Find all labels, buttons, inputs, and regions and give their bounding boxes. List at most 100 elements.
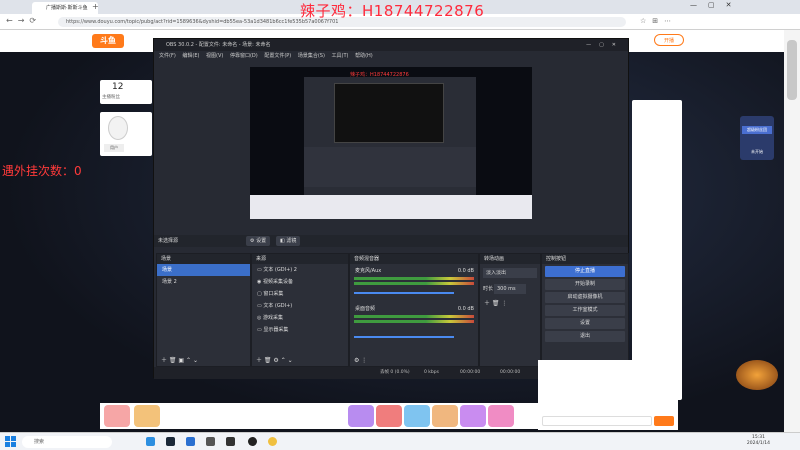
source-item[interactable]: ▢ 窗口采集 — [252, 288, 348, 300]
volume-meter — [354, 320, 474, 323]
taskbar-clock[interactable]: 15:31 2024/1/14 — [747, 435, 770, 447]
volume-slider[interactable] — [354, 292, 454, 294]
menu-file[interactable]: 文件(F) — [159, 53, 176, 59]
mixer-header: 音频混音器 — [350, 254, 478, 264]
channel-name: 麦克风/Aux — [355, 268, 382, 274]
app-icon[interactable] — [186, 437, 195, 446]
source-label: 窗口采集 — [263, 291, 284, 297]
chat-send-button[interactable] — [654, 416, 674, 426]
window-controls[interactable]: —▢✕ — [690, 1, 742, 9]
controls-header: 控制按钮 — [542, 254, 628, 264]
start-virtual-camera-button[interactable]: 启动虚拟摄像机 — [545, 292, 625, 303]
source-label: 显示器采集 — [263, 327, 289, 333]
source-item[interactable]: ◎ 游戏采集 — [252, 312, 348, 324]
app-icon[interactable] — [226, 437, 235, 446]
windows-start-icon[interactable] — [5, 436, 16, 447]
source-label: 文本 (GDI+) 2 — [263, 267, 297, 273]
source-label: 视频采集设备 — [262, 279, 293, 285]
source-filters-button[interactable]: ◧ 滤镜 — [276, 236, 301, 246]
gift-item[interactable] — [134, 405, 160, 427]
edge-icon[interactable] — [146, 437, 155, 446]
new-tab-button[interactable]: + — [92, 2, 99, 12]
gift-item[interactable] — [460, 405, 486, 427]
channel-level: 0.0 dB — [457, 268, 474, 274]
obs-window: OBS 30.0.2 - 配置文件: 未命名 - 场景: 未命名 —▢✕ 文件(… — [153, 38, 629, 379]
start-recording-button[interactable]: 开始录制 — [545, 279, 625, 290]
exit-button[interactable]: 退出 — [545, 331, 625, 342]
source-item[interactable]: ▭ 文本 (GDI+) 2 — [252, 264, 348, 276]
menu-tools[interactable]: 工具(T) — [332, 53, 349, 59]
transition-toolbar[interactable]: ＋ 🗑 ⋮ — [484, 298, 507, 307]
fan-badge-card[interactable]: 超级粉丝团 未开始 — [740, 116, 774, 160]
gift-item[interactable] — [432, 405, 458, 427]
preview-sticker-strip — [250, 195, 532, 219]
scene-item[interactable]: 场景 — [157, 264, 250, 276]
dropped-frames: 丢帧 0 (0.0%) — [380, 370, 410, 375]
obs-preview[interactable]: 辣子鸡：H18744722876 — [250, 67, 532, 219]
settings-button[interactable]: 设置 — [545, 318, 625, 329]
chat-panel — [538, 360, 678, 430]
source-toolbar: 未选择源 ⚙ 设置 ◧ 滤镜 — [154, 235, 628, 247]
obs-window-controls[interactable]: —▢✕ — [586, 39, 624, 51]
source-label: 游戏采集 — [262, 315, 283, 321]
gift-bar — [100, 403, 540, 429]
volume-meter — [354, 315, 474, 318]
scrollbar-thumb[interactable] — [787, 40, 797, 100]
chat-input[interactable] — [542, 416, 652, 426]
settings-label: 设置 — [256, 238, 267, 244]
gift-item[interactable] — [348, 405, 374, 427]
source-toolbar[interactable]: ＋ 🗑 ⚙ ⌃ ⌄ — [256, 355, 293, 364]
nav-buttons[interactable]: ←→⟳ — [6, 16, 41, 25]
source-settings-button[interactable]: ⚙ 设置 — [246, 236, 271, 246]
source-label: 文本 (GDI+) — [263, 303, 293, 309]
live-time: 00:00:00 — [460, 370, 481, 375]
browser-tab[interactable]: 广播斯斯·斯斯斗鱼 — [32, 2, 98, 14]
source-item[interactable]: ▭ 文本 (GDI+) — [252, 300, 348, 312]
volume-meter — [354, 282, 474, 285]
menu-view[interactable]: 视图(V) — [206, 53, 223, 59]
source-item[interactable]: ◉ 视频采集设备 — [252, 276, 348, 288]
browser-toolbar-icons[interactable]: ☆⊞⋯ — [640, 17, 730, 27]
gift-item[interactable] — [488, 405, 514, 427]
phone-watermark: 辣子鸡：H18744722876 — [300, 2, 485, 20]
app-icon[interactable] — [206, 437, 215, 446]
menu-edit[interactable]: 编辑(E) — [182, 53, 199, 59]
bitrate: 0 kbps — [424, 370, 439, 375]
duration-input[interactable]: 300 ms — [494, 284, 526, 294]
taskbar-search[interactable]: 搜索 — [22, 436, 112, 448]
volume-slider[interactable] — [354, 336, 454, 338]
menu-help[interactable]: 帮助(H) — [355, 53, 373, 59]
sources-header: 来源 — [252, 254, 348, 264]
mixer-toolbar[interactable]: ⚙ ⋮ — [354, 357, 367, 364]
duration-label: 时长 — [483, 286, 494, 292]
header-button[interactable]: 开播 — [654, 34, 684, 46]
obs-title: OBS 30.0.2 - 配置文件: 未命名 - 场景: 未命名 — [166, 42, 271, 48]
douyu-logo[interactable]: 斗鱼 — [92, 34, 124, 48]
volume-meter — [354, 277, 474, 280]
steam-icon[interactable] — [166, 437, 175, 446]
gift-item[interactable] — [104, 405, 130, 427]
gift-item[interactable] — [376, 405, 402, 427]
menu-scene-collection[interactable]: 场景集合(S) — [298, 53, 325, 59]
studio-mode-button[interactable]: 工作室模式 — [545, 305, 625, 316]
transition-select[interactable]: 淡入淡出 — [483, 268, 537, 278]
preview-nested-frame — [334, 83, 444, 143]
chrome-icon[interactable] — [268, 437, 277, 446]
source-status: 未选择源 — [158, 238, 179, 244]
browser-tab-label: 广播斯斯·斯斯斗鱼 — [46, 5, 88, 11]
fans-label: 主播粉丝 — [102, 95, 120, 100]
mixer-channel: 麦克风/Aux 0.0 dB — [350, 264, 478, 294]
scene-item[interactable]: 场景 2 — [157, 276, 250, 288]
obs-title-bar: OBS 30.0.2 - 配置文件: 未命名 - 场景: 未命名 —▢✕ — [154, 39, 628, 51]
gift-item[interactable] — [404, 405, 430, 427]
source-item[interactable]: ▭ 显示器采集 — [252, 324, 348, 336]
stop-streaming-button[interactable]: 停止直播 — [545, 266, 625, 277]
obs-icon[interactable] — [248, 437, 257, 446]
filter-icon: ◧ — [280, 238, 285, 244]
avatar[interactable] — [108, 116, 128, 140]
fan-badge-status: 未开始 — [751, 149, 763, 154]
menu-docks[interactable]: 停靠窗口(D) — [230, 53, 258, 59]
menu-profile[interactable]: 配置文件(P) — [264, 53, 291, 59]
promo-badge[interactable] — [736, 360, 778, 390]
scene-toolbar[interactable]: ＋ 🗑 ▣ ⌃ ⌄ — [161, 355, 198, 364]
